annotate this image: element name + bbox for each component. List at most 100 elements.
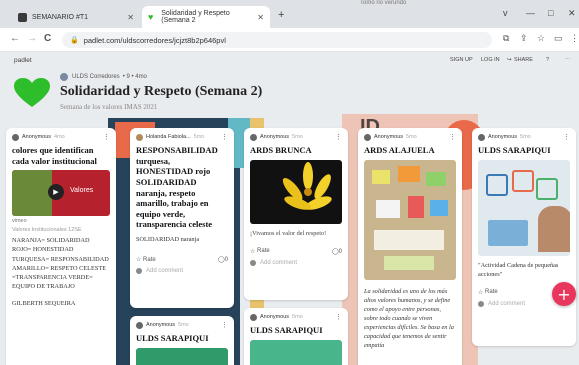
post-image[interactable] (250, 159, 342, 224)
address-bar-row: ← → C 🔒 padlet.com/uldscorredores/jcjzt8… (0, 28, 579, 52)
browser-menu-icon[interactable]: ⋮ (570, 33, 579, 44)
post-card[interactable]: Anonymous 5mo ⋮ ARDS BRUNCA ¡Vivamos el … (244, 128, 348, 300)
post-body: ¡Vivamos el valor del respeto! (250, 229, 327, 237)
post-card[interactable]: Anonymous 5mo ⋮ ULDS SARAPIQUI (130, 316, 234, 365)
add-comment-row[interactable]: Add comment (244, 258, 348, 270)
forward-button[interactable]: → (27, 33, 37, 44)
post-body: NARANJA= SOLIDARIDAD ROJO= HONESTIDAD TU… (12, 237, 109, 290)
bookmark-star-icon[interactable]: ☆ (537, 33, 545, 44)
rate-button[interactable]: Rate (143, 257, 156, 263)
star-icon[interactable]: ☆ (478, 289, 485, 296)
tab-favicon-icon (18, 12, 27, 22)
share-button[interactable]: SHARE (514, 57, 533, 63)
install-icon[interactable]: ⧉ (503, 33, 509, 44)
add-comment-row[interactable]: Add comment (130, 266, 234, 278)
bulletin-paper (430, 199, 448, 216)
video-thumbnail[interactable]: ▶ Valores (12, 170, 110, 217)
post-menu-icon[interactable]: ⋮ (335, 133, 342, 141)
post-card[interactable]: Anonymous 5mo ⋮ ULDS SARAPIQUI "Activida… (472, 128, 576, 346)
post-time: 5mo (193, 134, 205, 140)
tab-search-icon[interactable]: v (503, 8, 508, 18)
paper-chain (512, 169, 534, 192)
comment-count: ◯0 (217, 257, 228, 264)
padlet-canvas: ID padlet SIGN UP LOG IN ↪ SHARE ? ⋯ ULD… (0, 52, 579, 365)
heart-icon (14, 78, 50, 107)
login-link[interactable]: LOG IN (481, 57, 500, 63)
minimize-button[interactable]: — (526, 8, 535, 18)
post-title: ARDS ALAJUELA (364, 145, 435, 155)
meta-extra: • 9 • 4mo (122, 74, 147, 80)
yellow-flower-image (282, 161, 332, 210)
post-image[interactable] (364, 159, 456, 280)
rate-button[interactable]: Rate (257, 248, 270, 254)
post-title: ULDS SARAPIQUI (136, 333, 209, 343)
new-tab-button[interactable]: + (278, 9, 284, 21)
post-time: 5mo (292, 314, 303, 320)
help-icon[interactable]: ? (546, 57, 549, 63)
post-card[interactable]: Anonymous 4mo ⋮ colores que identifican … (6, 128, 116, 365)
paper-chain (536, 177, 558, 200)
post-body-extra: GILBERTH SEQUEIRA (12, 300, 76, 307)
rate-button[interactable]: Rate (485, 289, 498, 295)
post-card[interactable]: Anonymous 5mo ⋮ ARDS ALAJUELA La solidar… (358, 128, 462, 365)
post-menu-icon[interactable]: ⋮ (103, 133, 110, 141)
post-image[interactable] (136, 347, 228, 365)
post-time: 5mo (406, 134, 417, 140)
post-card[interactable]: Anonymous 5mo ⋮ ULDS SARAPIQUI (244, 308, 348, 365)
tab-semanario[interactable]: SEMANARIO #T1 ✕ (12, 6, 140, 28)
share-icon[interactable]: ↪ (507, 57, 512, 63)
star-icon[interactable]: ☆ (136, 256, 143, 263)
maximize-button[interactable]: □ (548, 8, 553, 18)
avatar (250, 133, 257, 141)
tab-solidaridad[interactable]: ♥ Solidaridad y Respeto (Semana 2 ✕ (142, 6, 270, 28)
rating-row: ☆ Rate ◯0 (130, 246, 234, 266)
tab-label: SEMANARIO #T1 (32, 13, 89, 21)
post-menu-icon[interactable]: ⋮ (563, 133, 570, 141)
post-header: Anonymous 5mo ⋮ (244, 128, 348, 144)
close-tab-icon[interactable]: ✕ (257, 13, 264, 22)
padlet-logo[interactable]: padlet (14, 57, 32, 64)
browser-tab-bar: SEMANARIO #T1 ✕ ♥ Solidaridad y Respeto … (0, 0, 579, 28)
add-comment-field[interactable]: Add comment (260, 260, 297, 266)
star-icon[interactable]: ☆ (250, 248, 257, 255)
post-header: Holanda Fabiola... 5mo ⋮ (130, 128, 234, 144)
reload-button[interactable]: C (44, 33, 51, 44)
share-page-icon[interactable]: ⇪ (520, 33, 528, 44)
signup-link[interactable]: SIGN UP (450, 57, 473, 63)
back-button[interactable]: ← (10, 33, 20, 44)
play-icon[interactable]: ▶ (48, 184, 64, 201)
comment-count: ◯0 (331, 248, 342, 255)
avatar (478, 300, 484, 307)
post-menu-icon[interactable]: ⋮ (335, 313, 342, 321)
post-image[interactable] (250, 339, 342, 365)
lock-icon: 🔒 (70, 37, 79, 44)
split-view-icon[interactable]: ▭ (554, 33, 563, 44)
post-header: Anonymous 5mo ⋮ (130, 316, 234, 332)
post-menu-icon[interactable]: ⋮ (221, 321, 228, 329)
author-name: ULDS Corredores (72, 74, 120, 80)
bulletin-paper (384, 255, 434, 270)
add-comment-field[interactable]: Add comment (146, 268, 183, 274)
post-author: Anonymous (488, 134, 518, 140)
avatar (250, 313, 257, 321)
post-menu-icon[interactable]: ⋮ (221, 133, 228, 141)
post-author: Holanda Fabiola... (146, 134, 191, 140)
url-field[interactable]: 🔒 padlet.com/uldscorredores/jcjzt8b2p646… (62, 32, 492, 48)
paper-chain (488, 219, 528, 246)
url-text: padlet.com/uldscorredores/jcjzt8b2p646pv… (83, 35, 226, 45)
post-image[interactable] (478, 159, 570, 256)
post-menu-icon[interactable]: ⋮ (449, 133, 456, 141)
close-tab-icon[interactable]: ✕ (127, 13, 134, 22)
add-post-button[interactable]: + (552, 282, 576, 306)
avatar (12, 133, 19, 141)
post-author: Anonymous (260, 314, 290, 320)
padlet-heart-icon: ♥ (148, 11, 154, 22)
add-comment-field[interactable]: Add comment (488, 301, 525, 307)
close-window-button[interactable]: ✕ (568, 8, 576, 19)
paper-chain (486, 173, 508, 196)
more-icon[interactable]: ⋯ (565, 57, 571, 63)
tab-label: Solidaridad y Respeto (Semana 2 (161, 10, 230, 24)
bulletin-paper (408, 195, 424, 218)
child-figure (538, 205, 570, 252)
post-card[interactable]: Holanda Fabiola... 5mo ⋮ RESPONSABILIDAD… (130, 128, 234, 308)
